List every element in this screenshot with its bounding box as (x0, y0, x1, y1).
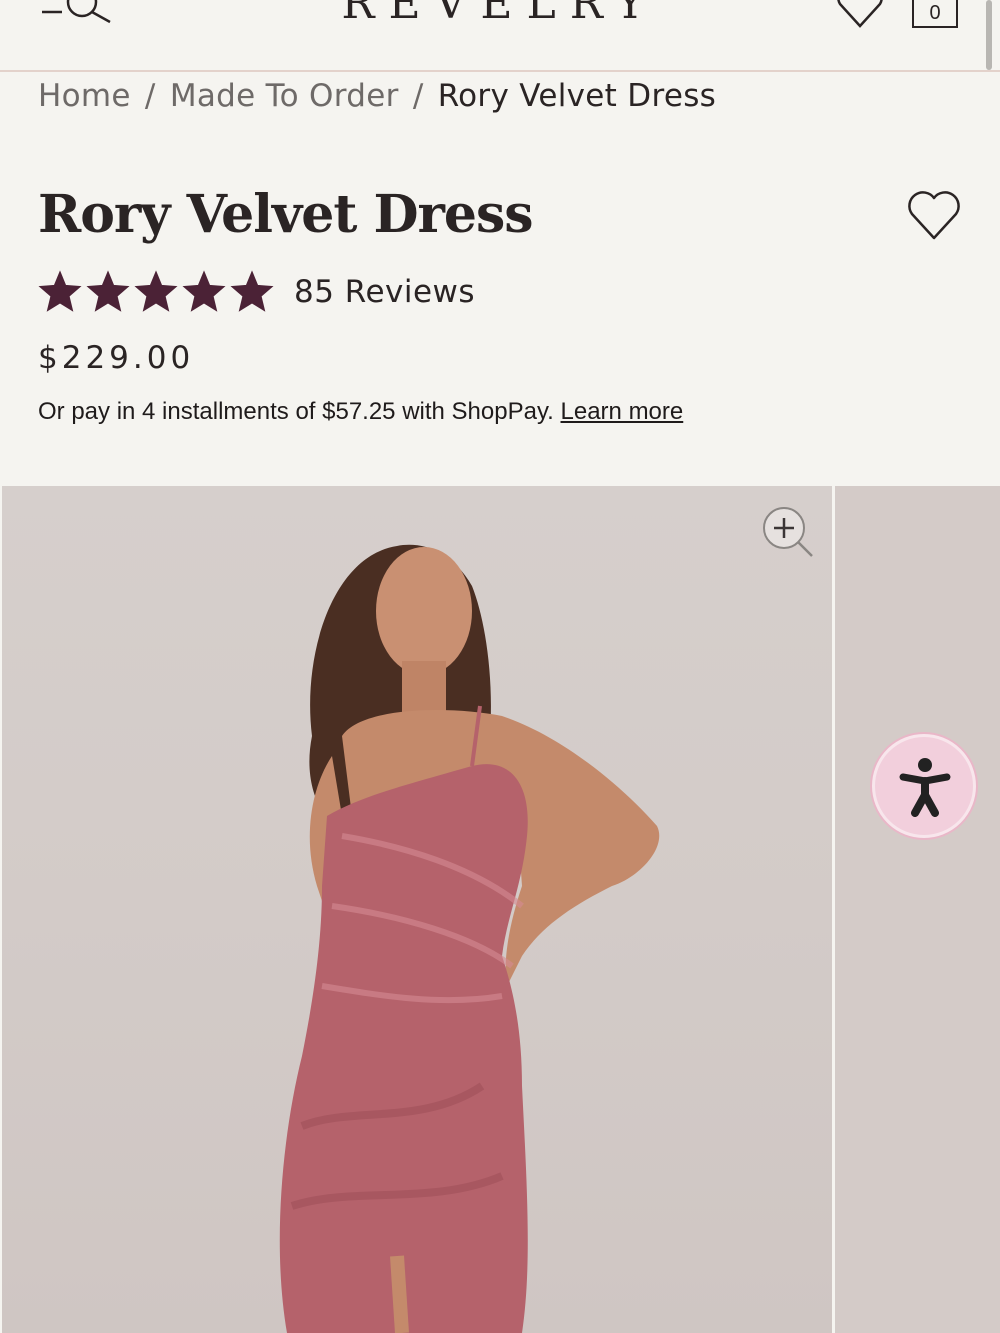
star-icon (230, 270, 274, 312)
learn-more-link[interactable]: Learn more (561, 398, 684, 425)
star-icon (38, 270, 82, 312)
cart-bag-icon[interactable]: 0 (912, 0, 958, 28)
breadcrumb-separator: / (412, 78, 424, 114)
product-photo-next[interactable] (835, 486, 1000, 1333)
add-to-wishlist-heart-icon[interactable] (906, 190, 962, 242)
installments-info: Or pay in 4 installments of $57.25 with … (38, 398, 683, 426)
zoom-in-icon[interactable] (760, 504, 816, 560)
product-gallery[interactable] (0, 486, 1000, 1333)
breadcrumb-current: Rory Velvet Dress (437, 78, 717, 114)
site-header: REVELRY 0 (0, 0, 1000, 72)
star-icon (134, 270, 178, 312)
wishlist-heart-icon[interactable] (834, 0, 886, 28)
rating-stars (38, 270, 274, 314)
breadcrumb-home[interactable]: Home (38, 78, 131, 114)
star-icon (182, 270, 226, 312)
product-title: Rory Velvet Dress (38, 184, 534, 245)
scrollbar-thumb[interactable] (986, 0, 992, 70)
breadcrumb-separator: / (144, 78, 156, 114)
installments-text: Or pay in 4 installments of $57.25 with … (38, 398, 554, 425)
cart-count: 0 (929, 2, 941, 24)
model-photo-illustration (279, 544, 660, 1333)
review-count[interactable]: 85 Reviews (294, 274, 475, 310)
breadcrumb: Home / Made To Order / Rory Velvet Dress (38, 78, 716, 114)
accessibility-icon (899, 758, 951, 817)
product-rating[interactable]: 85 Reviews (38, 270, 475, 314)
accessibility-button[interactable] (872, 734, 976, 838)
breadcrumb-made-to-order[interactable]: Made To Order (170, 78, 399, 114)
product-price: $229.00 (38, 340, 195, 376)
star-icon (86, 270, 130, 312)
product-photo-main[interactable] (2, 486, 832, 1333)
